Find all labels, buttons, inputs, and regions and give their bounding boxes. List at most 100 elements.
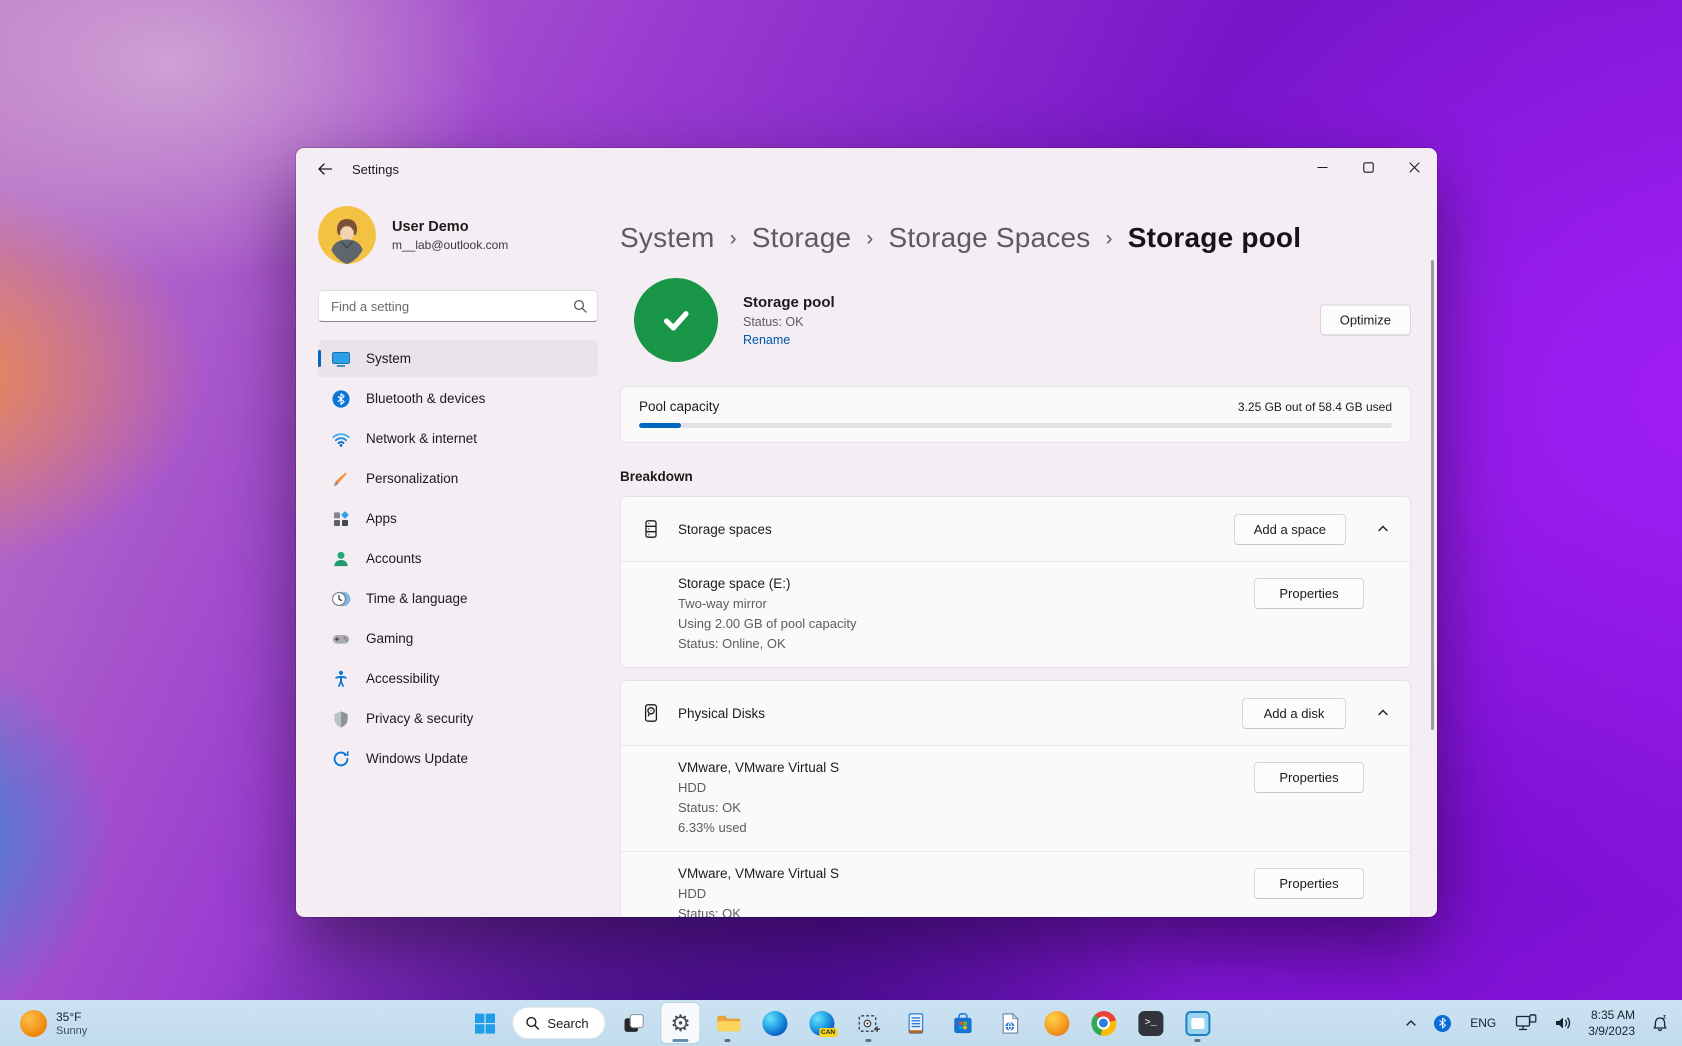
notepad-icon [903, 1011, 928, 1036]
back-arrow-icon [317, 163, 332, 175]
terminal-button[interactable]: >_ [1132, 1003, 1170, 1043]
microsoft-store-button[interactable] [944, 1003, 982, 1043]
capacity-progress-fill [639, 423, 681, 428]
windows-update-icon [331, 749, 351, 769]
gaming-icon [331, 629, 351, 649]
taskbar-search[interactable]: Search [512, 1007, 605, 1039]
back-button[interactable] [308, 154, 340, 184]
user-profile[interactable]: User Demo m__lab@outlook.com [318, 206, 598, 264]
sidebar-item-label: Apps [366, 511, 397, 526]
accounts-icon [331, 549, 351, 569]
disk-status: Status: OK [678, 800, 1394, 815]
sidebar-item-accounts[interactable]: Accounts [318, 540, 598, 577]
weather-condition: Sunny [56, 1025, 87, 1037]
chevron-up-icon [1405, 1018, 1417, 1028]
edge-canary-icon [809, 1011, 834, 1036]
sidebar-item-network-internet[interactable]: Network & internet [318, 420, 598, 457]
maximize-icon [1363, 162, 1374, 173]
settings-app-button[interactable]: ⚙ [662, 1003, 700, 1043]
document-app-button[interactable] [991, 1003, 1029, 1043]
window-controls [1299, 148, 1437, 186]
start-button[interactable] [465, 1003, 503, 1043]
network-icon [1515, 1014, 1537, 1032]
space-status: Status: Online, OK [678, 636, 1394, 651]
optimize-button[interactable]: Optimize [1320, 305, 1411, 336]
pool-capacity-label: Pool capacity [639, 399, 719, 414]
snipping-tool-button[interactable] [850, 1003, 888, 1043]
media-app-button[interactable] [1179, 1003, 1217, 1043]
notepad-button[interactable] [897, 1003, 935, 1043]
windows-logo-icon [472, 1011, 497, 1036]
open-app-indicator [1195, 1039, 1201, 1042]
sidebar-item-accessibility[interactable]: Accessibility [318, 660, 598, 697]
settings-window: Settings [296, 148, 1437, 917]
window-title: Settings [352, 162, 399, 177]
search-input[interactable] [331, 299, 573, 314]
network-button[interactable] [1510, 1005, 1542, 1041]
open-app-indicator [725, 1039, 731, 1042]
maximize-button[interactable] [1345, 148, 1391, 186]
close-button[interactable] [1391, 148, 1437, 186]
breakdown-heading: Breakdown [620, 469, 1437, 484]
sidebar-item-bluetooth-devices[interactable]: Bluetooth & devices [318, 380, 598, 417]
orange-browser-icon [1044, 1011, 1069, 1036]
sidebar-item-gaming[interactable]: Gaming [318, 620, 598, 657]
sidebar-item-time-language[interactable]: Time & language [318, 580, 598, 617]
gear-icon: ⚙ [670, 1012, 691, 1035]
storage-spaces-header[interactable]: Storage spaces Add a space [621, 497, 1410, 561]
close-icon [1409, 162, 1420, 173]
sidebar-item-label: Time & language [366, 591, 468, 606]
sidebar-item-system[interactable]: System [318, 340, 598, 377]
orange-browser-button[interactable] [1038, 1003, 1076, 1043]
media-app-icon [1185, 1011, 1210, 1036]
language-indicator[interactable]: ENG [1463, 1005, 1503, 1041]
disk-properties-button[interactable]: Properties [1254, 762, 1364, 793]
bluetooth-icon [331, 389, 351, 409]
weather-widget[interactable]: 35°F Sunny [12, 1000, 95, 1046]
physical-disks-header[interactable]: Physical Disks Add a disk [621, 681, 1410, 745]
edge-canary-button[interactable] [803, 1003, 841, 1043]
sidebar-item-apps[interactable]: Apps [318, 500, 598, 537]
sidebar: User Demo m__lab@outlook.com System Blue… [296, 190, 620, 917]
window-scrollbar[interactable] [1431, 260, 1434, 730]
chevron-up-icon[interactable] [1376, 706, 1390, 720]
sidebar-item-personalization[interactable]: Personalization [318, 460, 598, 497]
microsoft-store-icon [950, 1011, 975, 1036]
sidebar-item-windows-update[interactable]: Windows Update [318, 740, 598, 777]
breadcrumb: System › Storage › Storage Spaces › Stor… [620, 222, 1437, 254]
pool-title: Storage pool [743, 294, 835, 311]
tray-bluetooth-button[interactable] [1429, 1005, 1456, 1041]
search-icon [573, 299, 587, 313]
task-view-button[interactable] [615, 1003, 653, 1043]
breadcrumb-storage-spaces[interactable]: Storage Spaces [888, 222, 1090, 254]
storage-space-row: Storage space (E:) Two-way mirror Using … [621, 561, 1410, 667]
minimize-icon [1317, 162, 1328, 173]
system-icon [331, 349, 351, 369]
disk-properties-button[interactable]: Properties [1254, 868, 1364, 899]
rename-link[interactable]: Rename [743, 333, 790, 347]
add-space-button[interactable]: Add a space [1234, 514, 1346, 545]
physical-disk-row: VMware, VMware Virtual S HDD Status: OK … [621, 851, 1410, 917]
pool-status: Status: OK [743, 315, 835, 329]
breadcrumb-storage[interactable]: Storage [752, 222, 851, 254]
minimize-button[interactable] [1299, 148, 1345, 186]
chevron-up-icon[interactable] [1376, 522, 1390, 536]
clock[interactable]: 8:35 AM 3/9/2023 [1584, 1007, 1639, 1039]
titlebar: Settings [296, 148, 1437, 190]
tray-chevron-button[interactable] [1400, 1005, 1422, 1041]
notifications-button[interactable]: z [1646, 1005, 1674, 1041]
breadcrumb-system[interactable]: System [620, 222, 715, 254]
taskbar-apps: Search ⚙ [465, 1000, 1216, 1046]
edge-button[interactable] [756, 1003, 794, 1043]
task-view-icon [621, 1011, 646, 1036]
accessibility-icon [331, 669, 351, 689]
add-disk-button[interactable]: Add a disk [1242, 698, 1346, 729]
folder-icon [715, 1011, 740, 1036]
file-explorer-button[interactable] [709, 1003, 747, 1043]
volume-button[interactable] [1549, 1005, 1577, 1041]
user-email: m__lab@outlook.com [392, 238, 508, 252]
sidebar-item-privacy-security[interactable]: Privacy & security [318, 700, 598, 737]
space-properties-button[interactable]: Properties [1254, 578, 1364, 609]
settings-search[interactable] [318, 290, 598, 322]
chrome-button[interactable] [1085, 1003, 1123, 1043]
